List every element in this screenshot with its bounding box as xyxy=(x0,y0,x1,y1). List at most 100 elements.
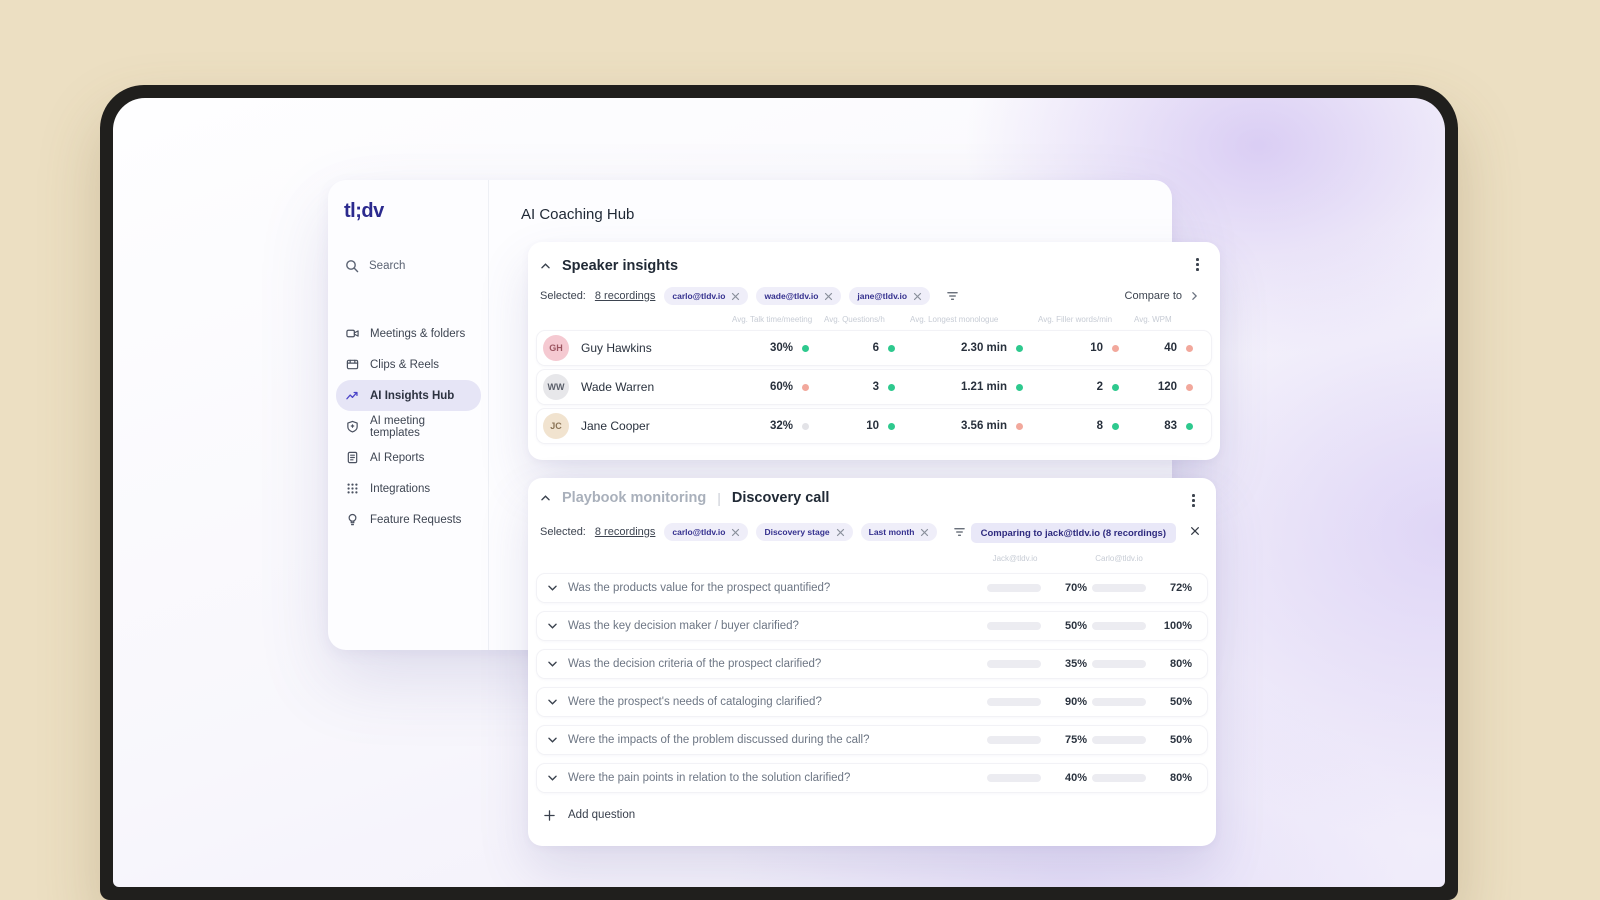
score-percent: 100% xyxy=(1163,620,1192,632)
progress-bar xyxy=(1092,736,1146,744)
metric-value: 3 xyxy=(872,381,879,393)
speaker-row-guy-hawkins[interactable]: GH Guy Hawkins 30% 6 2.30 min 10 40 xyxy=(536,330,1212,366)
status-dot xyxy=(1112,344,1119,352)
screen: tl;dv Search Meetings & folders Clips & R… xyxy=(113,98,1445,887)
close-icon[interactable] xyxy=(731,528,740,537)
filter-chip-wade-tldv-io[interactable]: wade@tldv.io xyxy=(756,287,842,305)
grid-dots-icon xyxy=(346,482,359,495)
status-dot xyxy=(1016,422,1023,430)
metric-cell: 2.30 min xyxy=(911,342,1039,354)
sidebar-item-ai-reports[interactable]: AI Reports xyxy=(336,442,481,473)
speaker-name: Wade Warren xyxy=(581,380,655,394)
collapse-chevron-up-icon[interactable] xyxy=(540,494,551,502)
search-button[interactable]: Search xyxy=(345,259,405,273)
selected-recordings-link[interactable]: 8 recordings xyxy=(595,526,656,538)
expand-chevron-down-icon[interactable] xyxy=(547,622,558,630)
selected-recordings-link[interactable]: 8 recordings xyxy=(595,290,656,302)
close-icon[interactable] xyxy=(824,292,833,301)
kebab-menu-icon[interactable] xyxy=(1189,491,1198,510)
score-group: 40% xyxy=(987,772,1087,784)
sidebar-item-meetings-folders[interactable]: Meetings & folders xyxy=(336,318,481,349)
search-label: Search xyxy=(369,260,406,272)
title-divider: | xyxy=(717,490,721,506)
filter-chip-carlo-tldv-io[interactable]: carlo@tldv.io xyxy=(664,287,749,305)
speaker-row-wade-warren[interactable]: WW Wade Warren 60% 3 1.21 min 2 120 xyxy=(536,369,1212,405)
plus-icon xyxy=(544,809,555,821)
filter-chip-discovery-stage[interactable]: Discovery stage xyxy=(756,523,853,541)
sidebar-item-label: Integrations xyxy=(370,482,431,495)
avatar: WW xyxy=(543,374,569,400)
score-group: 50% xyxy=(1092,734,1192,746)
filter-chip-jane-tldv-io[interactable]: jane@tldv.io xyxy=(849,287,931,305)
status-dot xyxy=(888,383,895,391)
question-row[interactable]: Were the impacts of the problem discusse… xyxy=(536,725,1208,755)
expand-chevron-down-icon[interactable] xyxy=(547,660,558,668)
metric-value: 60% xyxy=(769,381,793,393)
question-row[interactable]: Were the prospect's needs of cataloging … xyxy=(536,687,1208,717)
video-camera-icon xyxy=(346,327,359,340)
score-percent: 70% xyxy=(1064,582,1087,594)
filter-icon[interactable] xyxy=(946,290,959,302)
close-icon[interactable] xyxy=(913,292,922,301)
score-percent: 80% xyxy=(1169,772,1192,784)
progress-bar xyxy=(987,698,1041,706)
score-percent: 50% xyxy=(1064,620,1087,632)
question-row[interactable]: Was the products value for the prospect … xyxy=(536,573,1208,603)
expand-chevron-down-icon[interactable] xyxy=(547,774,558,782)
compare-to-button[interactable]: Compare to xyxy=(1125,287,1198,305)
add-question-button[interactable]: Add question xyxy=(538,802,641,828)
metric-value: 8 xyxy=(1096,420,1103,432)
sidebar-item-ai-insights-hub[interactable]: AI Insights Hub xyxy=(336,380,481,411)
compare-to-label: Compare to xyxy=(1124,290,1182,302)
speaker-row-jane-cooper[interactable]: JC Jane Cooper 32% 10 3.56 min 8 83 xyxy=(536,408,1212,444)
question-text: Was the key decision maker / buyer clari… xyxy=(568,620,799,632)
sidebar-item-ai-meeting-templates[interactable]: AI meeting templates xyxy=(336,411,481,442)
metric-cell: 8 xyxy=(1039,420,1135,432)
sidebar-item-feature-requests[interactable]: Feature Requests xyxy=(336,504,481,535)
close-icon[interactable] xyxy=(731,292,740,301)
filter-icon[interactable] xyxy=(953,526,966,538)
question-list: Was the products value for the prospect … xyxy=(536,573,1208,793)
metric-cell: 30% xyxy=(733,342,825,354)
selected-label: Selected: xyxy=(540,526,586,538)
report-icon xyxy=(346,451,359,464)
close-icon[interactable] xyxy=(836,528,845,537)
metric-cell: 10 xyxy=(825,420,911,432)
status-dot xyxy=(802,422,809,430)
score-percent: 75% xyxy=(1064,734,1087,746)
metric-column-label: Avg. WPM xyxy=(1134,314,1172,324)
expand-chevron-down-icon[interactable] xyxy=(547,698,558,706)
metric-value: 1.21 min xyxy=(960,381,1007,393)
question-row[interactable]: Was the decision criteria of the prospec… xyxy=(536,649,1208,679)
speaker-name: Guy Hawkins xyxy=(581,341,652,355)
question-row[interactable]: Were the pain points in relation to the … xyxy=(536,763,1208,793)
close-icon[interactable] xyxy=(1190,526,1200,536)
sidebar-item-integrations[interactable]: Integrations xyxy=(336,473,481,504)
kebab-menu-icon[interactable] xyxy=(1193,255,1202,274)
score-group: 80% xyxy=(1092,658,1192,670)
metric-cell: 120 xyxy=(1135,381,1209,393)
metric-cell: 40 xyxy=(1135,342,1209,354)
metric-value: 40 xyxy=(1164,342,1177,354)
metric-value: 120 xyxy=(1157,381,1177,393)
chip-label: wade@tldv.io xyxy=(764,291,819,301)
status-dot xyxy=(1112,422,1119,430)
filter-chip-last-month[interactable]: Last month xyxy=(860,523,938,541)
expand-chevron-down-icon[interactable] xyxy=(547,736,558,744)
metric-column-label: Avg. Longest monologue xyxy=(910,314,999,324)
lightbulb-icon xyxy=(346,513,359,526)
score-group: 50% xyxy=(1092,696,1192,708)
sidebar-item-label: Meetings & folders xyxy=(370,327,466,340)
progress-bar xyxy=(987,660,1041,668)
chip-label: jane@tldv.io xyxy=(857,291,908,301)
close-icon[interactable] xyxy=(920,528,929,537)
sidebar-menu: Meetings & folders Clips & Reels AI Insigh… xyxy=(336,318,481,535)
collapse-chevron-up-icon[interactable] xyxy=(540,262,551,270)
sidebar-item-clips-reels[interactable]: Clips & Reels xyxy=(336,349,481,380)
avatar: JC xyxy=(543,413,569,439)
filter-chip-carlo-tldv-io[interactable]: carlo@tldv.io xyxy=(664,523,749,541)
score-percent: 50% xyxy=(1169,734,1192,746)
expand-chevron-down-icon[interactable] xyxy=(547,584,558,592)
metric-column-label: Avg. Filler words/min xyxy=(1038,314,1113,324)
question-row[interactable]: Was the key decision maker / buyer clari… xyxy=(536,611,1208,641)
